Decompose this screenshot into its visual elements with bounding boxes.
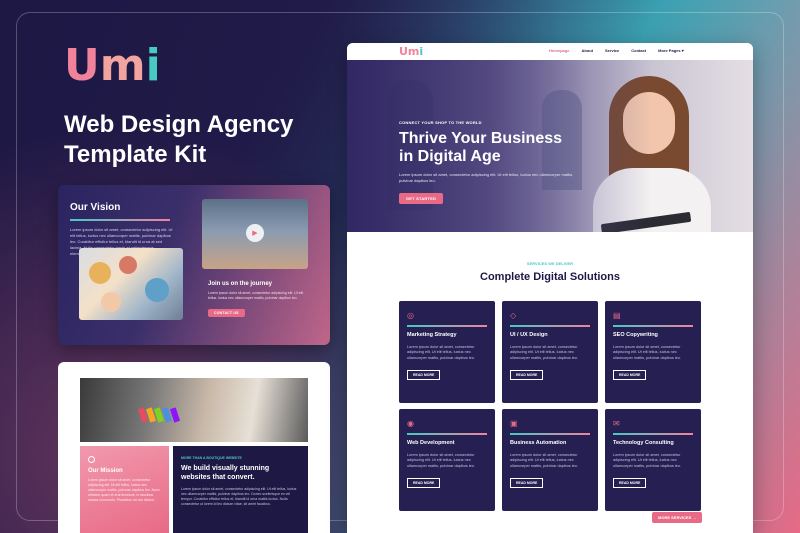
- service-card-marketing[interactable]: ◎ Marketing Strategy Lorem ipsum dolor s…: [399, 301, 495, 403]
- vision-preview-card: Our Vision Lorem ipsum dolor sit amet, c…: [58, 185, 330, 345]
- promo-title-line-2: Template Kit: [64, 141, 207, 168]
- site-hero: CONNECT YOUR SHOP TO THE WORLD Thrive Yo…: [347, 60, 753, 232]
- hero-heading: Thrive Your Business in Digital Age: [399, 130, 563, 165]
- read-more-button[interactable]: READ MORE: [510, 370, 544, 380]
- card-title: Technology Consulting: [613, 439, 674, 446]
- card-body: Lorem ipsum dolor sit amet, consectetur …: [407, 344, 475, 360]
- vision-underline: [70, 219, 170, 221]
- mission-panel: Our Mission Lorem ipsum dolor sit amet, …: [80, 446, 169, 533]
- card-body: Lorem ipsum dolor sit amet, consectetur …: [510, 452, 578, 468]
- designers-desk-image: [80, 378, 308, 442]
- journey-title: Join us on the journey: [208, 281, 273, 287]
- card-title: SEO Copywriting: [613, 331, 658, 338]
- site-logo[interactable]: Umi: [399, 45, 423, 58]
- service-card-uiux[interactable]: ◇ UI / UX Design Lorem ipsum dolor sit a…: [502, 301, 598, 403]
- hero-body: Lorem ipsum dolor sit amet, consectetur …: [399, 172, 574, 183]
- logo-letter-i: i: [145, 40, 161, 91]
- hero-kicker: CONNECT YOUR SHOP TO THE WORLD: [399, 120, 482, 125]
- card-body: Lorem ipsum dolor sit amet, consectetur …: [510, 344, 578, 360]
- card-title: Business Automation: [510, 439, 567, 446]
- read-more-button[interactable]: READ MORE: [407, 478, 441, 488]
- convert-body: Lorem ipsum dolor sit amet, consectetur …: [181, 487, 297, 506]
- nav-service[interactable]: Service: [605, 48, 619, 53]
- services-kicker: SERVICES WE DELIVER: [526, 261, 574, 266]
- compass-icon: [88, 456, 95, 463]
- mission-body: Lorem ipsum dolor sit amet, consectetur …: [88, 478, 160, 502]
- briefcase-icon: ▣: [510, 419, 518, 428]
- globe-icon: ◉: [407, 419, 414, 428]
- promo-title-line-1: Web Design Agency: [64, 111, 294, 138]
- contact-us-button[interactable]: CONTACT US: [208, 309, 245, 317]
- service-card-webdev[interactable]: ◉ Web Development Lorem ipsum dolor sit …: [399, 409, 495, 511]
- logo-letter-m: m: [99, 40, 146, 91]
- more-services-button[interactable]: MORE SERVICES →: [652, 512, 703, 523]
- play-icon[interactable]: ▶: [246, 224, 264, 242]
- nav-links: Homepage About Service Contact More Page…: [549, 48, 684, 53]
- service-card-seo[interactable]: ▤ SEO Copywriting Lorem ipsum dolor sit …: [605, 301, 701, 403]
- nav-contact[interactable]: Contact: [631, 48, 646, 53]
- vision-title: Our Vision: [70, 202, 121, 213]
- get-started-button[interactable]: GET STARTED: [399, 193, 444, 204]
- read-more-button[interactable]: READ MORE: [613, 478, 647, 488]
- read-more-button[interactable]: READ MORE: [613, 370, 647, 380]
- target-icon: ◎: [407, 311, 414, 320]
- team-workshop-image: [79, 248, 183, 320]
- card-title: Marketing Strategy: [407, 331, 457, 338]
- logo-letter-u: U: [64, 40, 100, 91]
- card-title: Web Development: [407, 439, 455, 446]
- site-navbar: Umi Homepage About Service Contact More …: [347, 43, 753, 60]
- diamond-icon: ◇: [510, 311, 517, 320]
- umi-logo: U m i: [64, 44, 161, 88]
- read-more-button[interactable]: READ MORE: [510, 478, 544, 488]
- service-card-consulting[interactable]: ✉ Technology Consulting Lorem ipsum dolo…: [605, 409, 701, 511]
- nav-homepage[interactable]: Homepage: [549, 48, 569, 53]
- mission-title: Our Mission: [88, 468, 123, 474]
- team-group-video-thumbnail[interactable]: ▶: [202, 199, 308, 269]
- service-card-automation[interactable]: ▣ Business Automation Lorem ipsum dolor …: [502, 409, 598, 511]
- services-title: Complete Digital Solutions: [480, 271, 620, 283]
- nav-more-pages[interactable]: More Pages ▾: [658, 48, 684, 53]
- hero-text: CONNECT YOUR SHOP TO THE WORLD Thrive Yo…: [399, 120, 589, 205]
- nav-about[interactable]: About: [581, 48, 593, 53]
- card-body: Lorem ipsum dolor sit amet, consectetur …: [613, 452, 681, 468]
- convert-heading: We build visually stunning websites that…: [181, 465, 270, 481]
- arrow-right-icon: →: [692, 515, 697, 520]
- card-body: Lorem ipsum dolor sit amet, consectetur …: [407, 452, 475, 468]
- journey-body: Lorem ipsum dolor sit amet, consectetur …: [208, 291, 304, 300]
- chevron-down-icon: ▾: [681, 48, 684, 53]
- card-title: UI / UX Design: [510, 331, 548, 338]
- chat-icon: ✉: [613, 419, 620, 428]
- document-icon: ▤: [613, 311, 621, 320]
- read-more-button[interactable]: READ MORE: [407, 370, 441, 380]
- convert-panel: MORE THAN A BOUTIQUE WEBSITE We build vi…: [173, 446, 308, 533]
- card-body: Lorem ipsum dolor sit amet, consectetur …: [613, 344, 681, 360]
- convert-kicker: MORE THAN A BOUTIQUE WEBSITE: [181, 456, 242, 460]
- website-mockup: Umi Homepage About Service Contact More …: [347, 43, 753, 533]
- mission-preview-card: Our Mission Lorem ipsum dolor sit amet, …: [58, 362, 330, 533]
- promo-title: Web Design Agency Template Kit: [64, 110, 324, 170]
